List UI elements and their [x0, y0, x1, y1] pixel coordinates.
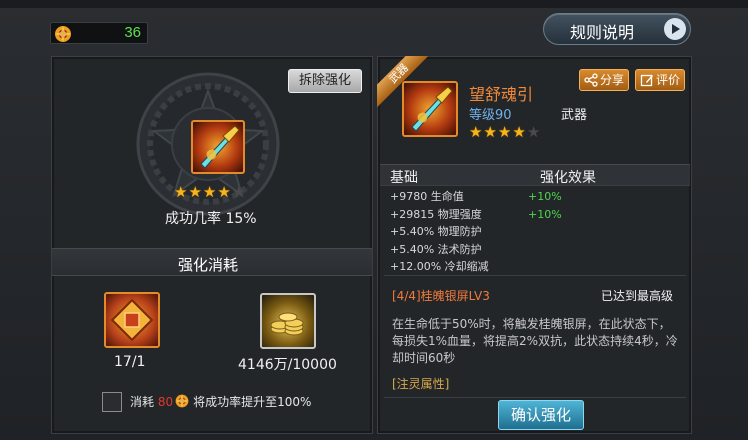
- enhance-stone-count: 17/1: [114, 354, 146, 370]
- sun-token-icon: [175, 394, 189, 408]
- rules-button-label: 规则说明: [570, 23, 635, 42]
- skill-name: [4/4]桂魄银屏LV3: [392, 289, 490, 303]
- success-rate: 成功几率 15%: [165, 211, 257, 227]
- star-icon: ★: [469, 123, 484, 141]
- gold-coins-count: 4146万/10000: [238, 357, 337, 373]
- consume-suffix: 将成功率提升至100%: [193, 395, 312, 409]
- ribbon-label: 武器: [377, 56, 429, 108]
- consume-text: 消耗 80 将成功率提升至100%: [130, 393, 311, 410]
- stat-effect: +10%: [528, 207, 562, 221]
- item-star-rating: ★★★★★: [469, 123, 541, 141]
- star-icon: ★: [188, 183, 203, 201]
- star-icon: ★: [512, 123, 527, 141]
- stat-base: +5.40% 物理防护: [390, 225, 482, 238]
- star-icon: ★: [497, 123, 513, 141]
- top-strip: [0, 0, 748, 8]
- star-icon: ★: [174, 183, 189, 201]
- star-empty-icon: ★: [231, 183, 247, 201]
- review-button[interactable]: 评价: [635, 69, 685, 91]
- play-arrow-icon: [664, 18, 686, 40]
- star-icon: ★: [217, 183, 232, 201]
- star-empty-icon: ★: [526, 123, 542, 141]
- cost-title: 强化消耗: [178, 256, 239, 274]
- stat-row: +12.00% 冷却缩减: [390, 258, 680, 276]
- stat-row: +9780 生命值 +10%: [390, 188, 680, 206]
- skill-description: 在生命低于50%时，将触发桂魄银屏，在此状态下，每损失1%血量，将提高2%双抗，…: [392, 317, 678, 365]
- currency-amount: 36: [124, 24, 141, 41]
- stat-base: +5.40% 法术防护: [390, 242, 482, 256]
- stat-row: +29815 物理强度 +10%: [390, 206, 680, 224]
- stat-effect: +10%: [528, 190, 562, 203]
- stat-base: +9780 生命值: [390, 190, 464, 203]
- divider: [384, 275, 686, 276]
- rules-button[interactable]: 规则说明: [543, 13, 691, 45]
- confirm-enhance-button[interactable]: 确认强化: [498, 400, 584, 430]
- enhance-stone-icon: [110, 298, 154, 342]
- stat-row: +5.40% 法术防护: [390, 241, 680, 259]
- consume-amount: 80: [157, 395, 174, 409]
- stat-base: +29815 物理强度: [390, 207, 482, 221]
- stat-header-effect: 强化效果: [540, 170, 596, 186]
- enhance-stone-slot[interactable]: [104, 292, 160, 348]
- share-label: 分享: [600, 73, 625, 87]
- enhance-item-slot[interactable]: [191, 120, 245, 174]
- review-label: 评价: [656, 73, 681, 87]
- divider: [384, 397, 686, 398]
- currency-counter: 36: [50, 22, 148, 44]
- skill-max-level: 已达到最高级: [600, 289, 673, 303]
- spear-weapon-icon: [200, 125, 240, 169]
- consume-prefix: 消耗: [130, 395, 155, 409]
- weapon-ribbon: 武器: [377, 56, 429, 108]
- stat-header: 基础 强化效果: [380, 164, 690, 186]
- star-icon: ★: [202, 183, 218, 201]
- stat-row: +5.40% 物理防护: [390, 223, 680, 241]
- star-icon: ★: [483, 123, 498, 141]
- stat-header-base: 基础: [390, 170, 418, 186]
- share-button[interactable]: 分享: [579, 69, 629, 91]
- item-detail-panel: 望舒魂引 等级90 武器 ★★★★★ 分享 评价 基础 强化效果 +9780 生…: [377, 56, 692, 434]
- share-icon: [584, 73, 598, 87]
- enhance-panel: 拆除强化 ★★★★★ 成功几率 15% 强化消耗 17/1 4146万/1000…: [51, 56, 373, 434]
- item-type: 武器: [561, 108, 588, 123]
- dismantle-enhance-button[interactable]: 拆除强化: [288, 69, 362, 93]
- enhance-star-rating: ★★★★★: [174, 183, 246, 201]
- stat-list: +9780 生命值 +10% +29815 物理强度 +10% +5.40% 物…: [390, 188, 680, 276]
- sun-token-icon: [55, 26, 71, 42]
- use-token-checkbox[interactable]: [102, 392, 122, 412]
- spirit-attribute-label: [注灵属性]: [392, 377, 450, 391]
- cost-header: 强化消耗: [52, 248, 372, 276]
- stat-base: +12.00% 冷却缩减: [390, 260, 489, 273]
- item-level: 等级90: [469, 108, 512, 123]
- gold-coins-slot[interactable]: [260, 293, 316, 349]
- item-name: 望舒魂引: [469, 85, 534, 104]
- edit-icon: [640, 74, 653, 87]
- gold-coins-icon: [270, 312, 304, 336]
